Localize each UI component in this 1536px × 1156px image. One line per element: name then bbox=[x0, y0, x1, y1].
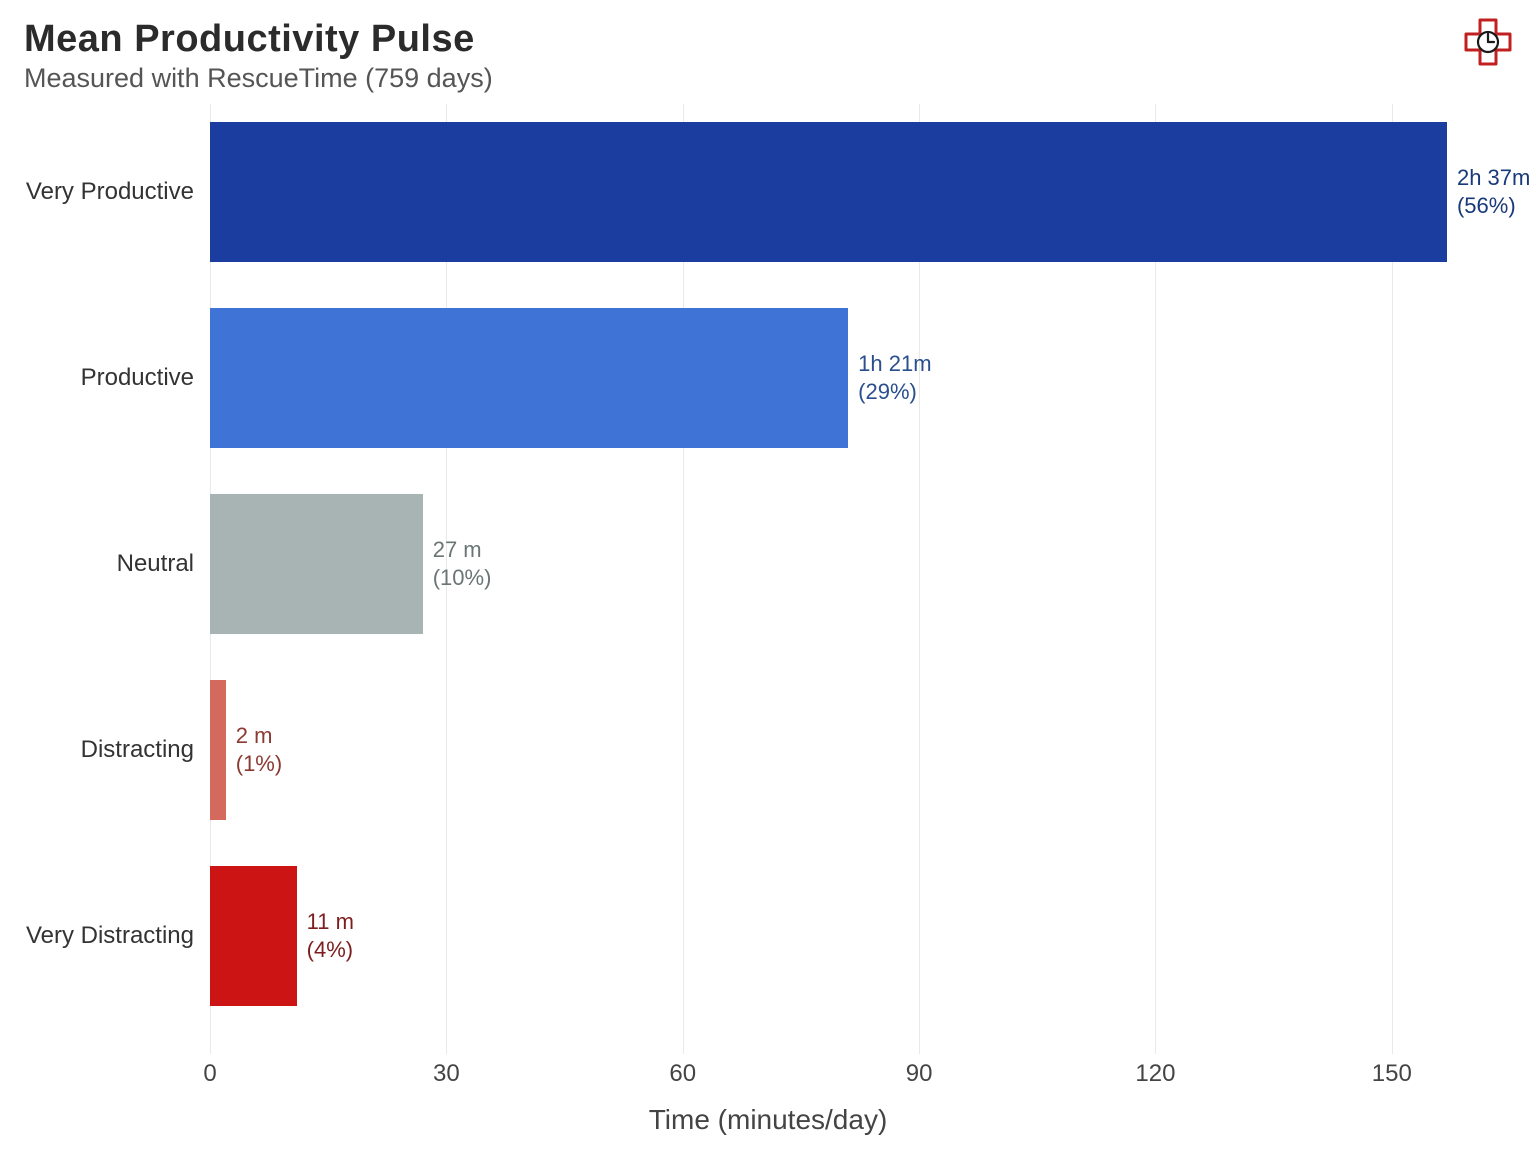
bar-value-time: 11 m bbox=[307, 908, 354, 936]
rescuetime-logo-icon bbox=[1462, 16, 1514, 68]
y-axis-category-label: Very Productive bbox=[0, 122, 194, 262]
bar-row: Distracting2 m(1%) bbox=[210, 680, 226, 820]
bar-value-label: 2 m(1%) bbox=[236, 722, 282, 777]
bar-value-time: 2 m bbox=[236, 722, 282, 750]
bar-value-label: 11 m(4%) bbox=[307, 908, 354, 963]
chart-title: Mean Productivity Pulse bbox=[24, 18, 1512, 61]
chart-subtitle: Measured with RescueTime (759 days) bbox=[24, 63, 1512, 94]
bar-row: Very Distracting11 m(4%) bbox=[210, 866, 297, 1006]
bar-value-percent: (1%) bbox=[236, 750, 282, 778]
bar-row: Productive1h 21m(29%) bbox=[210, 308, 848, 448]
bar-value-percent: (4%) bbox=[307, 936, 354, 964]
bar-value-time: 1h 21m bbox=[858, 350, 931, 378]
bar-row: Neutral27 m(10%) bbox=[210, 494, 423, 634]
bar-value-label: 27 m(10%) bbox=[433, 536, 492, 591]
bar-value-percent: (10%) bbox=[433, 564, 492, 592]
x-axis-tick-label: 60 bbox=[669, 1060, 696, 1088]
bar bbox=[210, 308, 848, 448]
bar-value-label: 2h 37m(56%) bbox=[1457, 164, 1530, 219]
bar-value-time: 27 m bbox=[433, 536, 492, 564]
chart-container: Mean Productivity Pulse Measured with Re… bbox=[0, 0, 1536, 1156]
chart-plot-area: Very Productive2h 37m(56%) Productive1h 2… bbox=[210, 104, 1510, 1054]
bar-value-percent: (56%) bbox=[1457, 192, 1530, 220]
bar bbox=[210, 680, 226, 820]
x-axis-tick-label: 90 bbox=[906, 1060, 933, 1088]
x-axis-tick-label: 0 bbox=[203, 1060, 216, 1088]
bar-value-time: 2h 37m bbox=[1457, 164, 1530, 192]
bar-value-percent: (29%) bbox=[858, 378, 931, 406]
bar bbox=[210, 122, 1447, 262]
y-axis-category-label: Distracting bbox=[0, 680, 194, 820]
y-axis-category-label: Very Distracting bbox=[0, 866, 194, 1006]
bar bbox=[210, 494, 423, 634]
bar-value-label: 1h 21m(29%) bbox=[858, 350, 931, 405]
y-axis-category-label: Productive bbox=[0, 308, 194, 448]
x-axis-tick-label: 150 bbox=[1372, 1060, 1412, 1088]
bar bbox=[210, 866, 297, 1006]
x-axis-title: Time (minutes/day) bbox=[0, 1104, 1536, 1136]
y-axis-category-label: Neutral bbox=[0, 494, 194, 634]
x-axis-tick-label: 120 bbox=[1135, 1060, 1175, 1088]
x-axis-tick-label: 30 bbox=[433, 1060, 460, 1088]
bar-row: Very Productive2h 37m(56%) bbox=[210, 122, 1447, 262]
